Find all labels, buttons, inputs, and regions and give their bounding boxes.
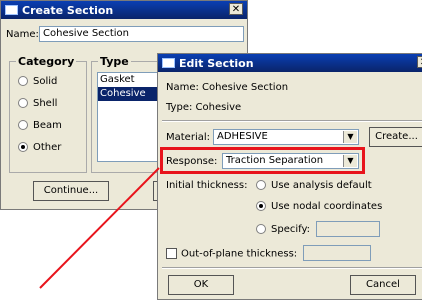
- radio-icon: [256, 201, 266, 211]
- radio-icon: [256, 224, 266, 234]
- ok-button[interactable]: OK: [168, 275, 234, 295]
- edit-section-window: Edit Section ✕ Name: Cohesive Section Ty…: [157, 53, 422, 300]
- checkbox-icon: [166, 248, 177, 259]
- close-icon[interactable]: ✕: [229, 3, 243, 15]
- cancel-button[interactable]: Cancel: [350, 275, 416, 295]
- divider: [162, 267, 422, 269]
- close-icon[interactable]: ✕: [417, 56, 422, 68]
- category-radio-solid[interactable]: Solid: [18, 76, 57, 87]
- response-dropdown[interactable]: Traction Separation ▼: [222, 153, 359, 169]
- name-input[interactable]: Cohesive Section: [39, 26, 244, 42]
- radio-icon: [18, 76, 28, 86]
- out-of-plane-input[interactable]: [303, 245, 371, 261]
- type-group: Type Gasket Cohesive: [91, 55, 163, 173]
- category-group-label: Category: [16, 55, 77, 68]
- continue-button[interactable]: Continue...: [33, 181, 109, 201]
- edit-section-titlebar: Edit Section ✕: [158, 54, 422, 72]
- create-material-button[interactable]: Create...: [369, 127, 422, 147]
- window-icon: [5, 5, 18, 15]
- section-type-text: Type: Cohesive: [166, 102, 242, 113]
- category-radio-shell[interactable]: Shell: [18, 98, 57, 109]
- thickness-radio-nodal-coordinates[interactable]: Use nodal coordinates: [256, 201, 382, 212]
- radio-icon: [18, 98, 28, 108]
- radio-icon: [18, 142, 28, 152]
- category-radio-other[interactable]: Other: [18, 142, 61, 153]
- initial-thickness-label: Initial thickness:: [166, 180, 248, 191]
- create-section-titlebar: Create Section ✕: [1, 1, 247, 19]
- type-item-cohesive[interactable]: Cohesive: [98, 87, 160, 101]
- section-name-text: Name: Cohesive Section: [166, 82, 289, 93]
- chevron-down-icon: ▼: [343, 155, 357, 167]
- thickness-radio-specify[interactable]: Specify:: [256, 224, 310, 235]
- category-radio-beam[interactable]: Beam: [18, 120, 62, 131]
- window-icon: [162, 58, 175, 68]
- specify-thickness-input[interactable]: [316, 221, 380, 237]
- material-label: Material:: [166, 132, 210, 143]
- thickness-radio-analysis-default[interactable]: Use analysis default: [256, 180, 372, 191]
- out-of-plane-checkbox[interactable]: Out-of-plane thickness:: [166, 248, 297, 260]
- material-dropdown[interactable]: ADHESIVE ▼: [213, 129, 359, 145]
- material-value: ADHESIVE: [217, 131, 268, 142]
- radio-icon: [256, 180, 266, 190]
- divider: [162, 120, 422, 122]
- radio-icon: [18, 120, 28, 130]
- chevron-down-icon: ▼: [343, 131, 357, 143]
- type-group-label: Type: [98, 55, 131, 68]
- response-label: Response:: [166, 156, 218, 167]
- name-label: Name:: [6, 29, 39, 40]
- type-list[interactable]: Gasket Cohesive: [97, 72, 161, 162]
- category-group: Category Solid Shell Beam Other: [9, 55, 87, 173]
- edit-section-title: Edit Section: [179, 56, 254, 70]
- create-section-title: Create Section: [22, 3, 114, 17]
- type-item-gasket[interactable]: Gasket: [98, 73, 160, 87]
- response-value: Traction Separation: [226, 155, 324, 166]
